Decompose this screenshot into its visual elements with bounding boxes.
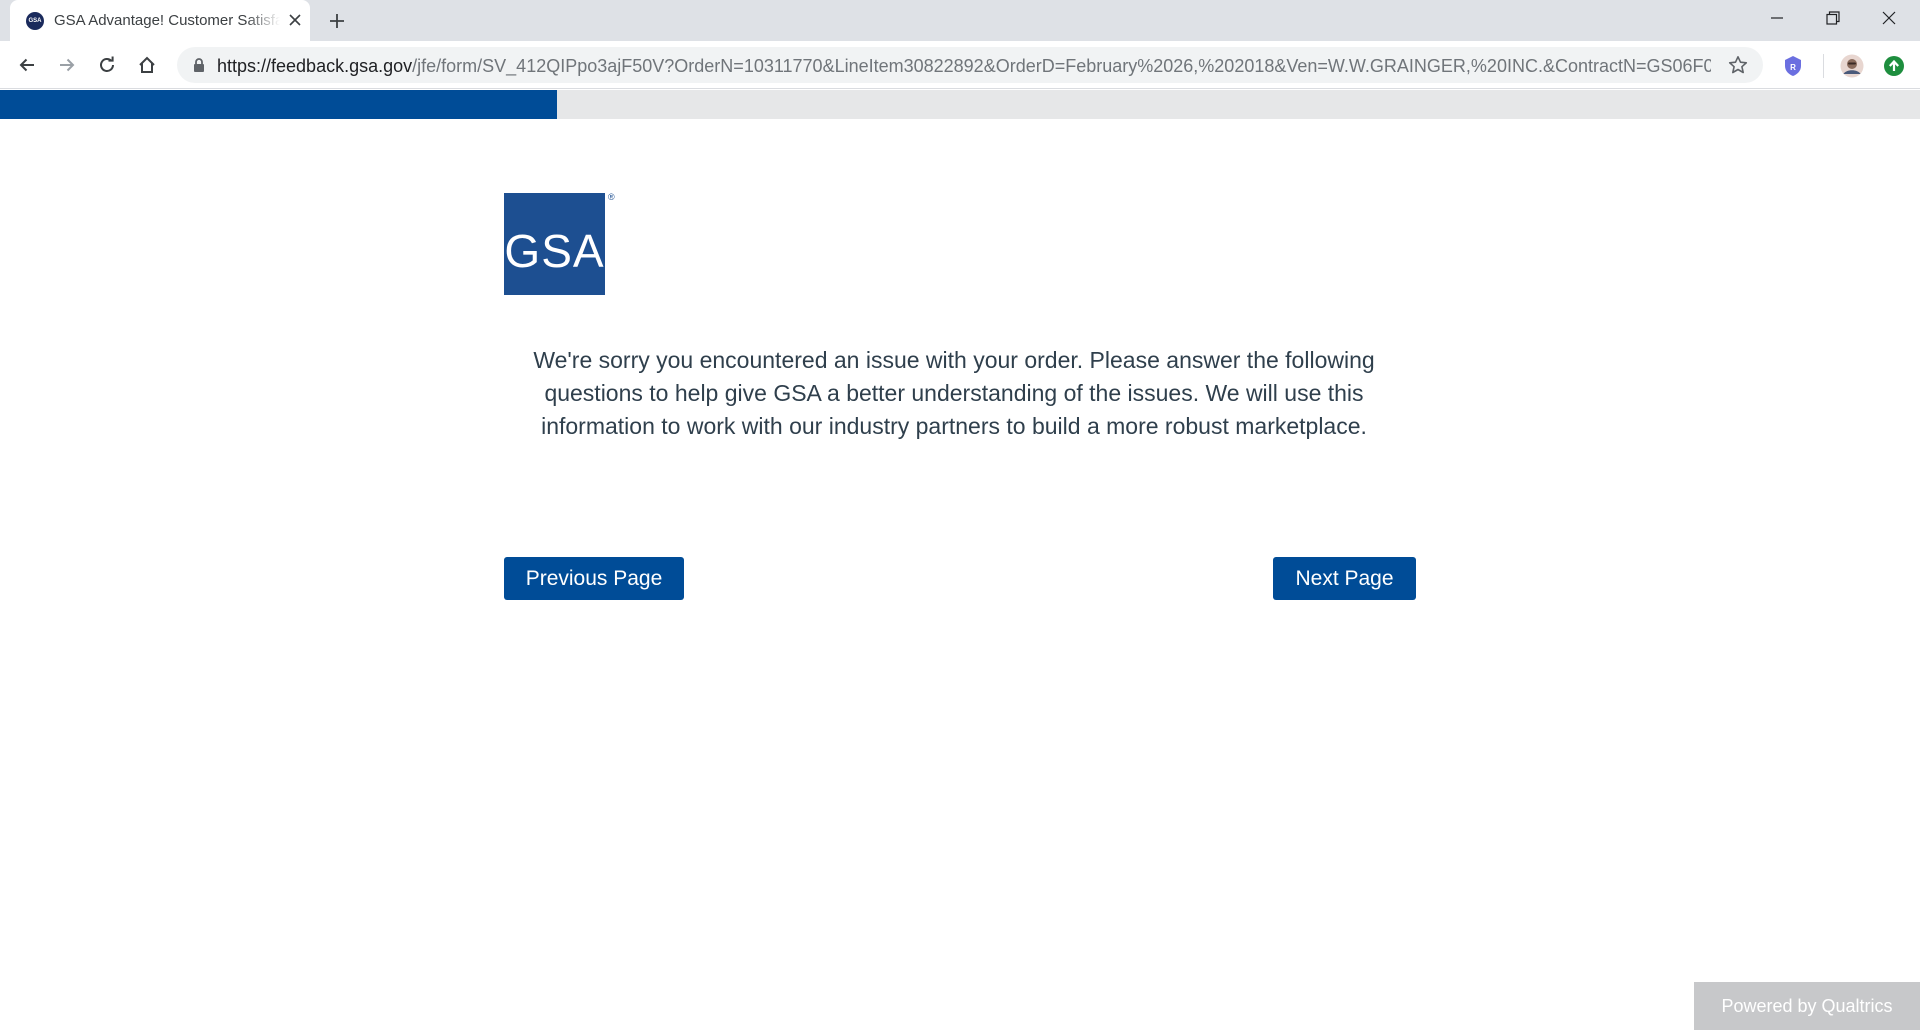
profile-avatar[interactable] [1840,54,1864,78]
home-icon[interactable] [132,50,162,80]
reload-icon[interactable] [92,50,122,80]
toolbar-separator [1823,54,1824,78]
forward-icon[interactable] [52,50,82,80]
extension-initial: R [1790,63,1796,72]
gsa-logo-text: GSA [504,225,605,277]
intro-text: We're sorry you encountered an issue wit… [533,347,1375,439]
tab-strip: GSA GSA Advantage! Customer Satisfaction… [0,0,1920,41]
update-available-icon[interactable] [1882,54,1906,78]
url-text[interactable]: https://feedback.gsa.gov/jfe/form/SV_412… [217,56,1711,77]
progress-bar [0,90,1920,119]
restore-icon[interactable] [1805,0,1861,36]
gsa-favicon-icon: GSA [26,12,44,30]
close-window-icon[interactable] [1861,0,1917,36]
url-path: /jfe/form/SV_412QIPpo3ajF50V?OrderN=1031… [412,56,1711,76]
browser-toolbar: https://feedback.gsa.gov/jfe/form/SV_412… [0,41,1920,89]
back-icon[interactable] [12,50,42,80]
previous-page-button[interactable]: Previous Page [504,557,684,600]
registered-mark: ® [608,192,615,202]
lock-icon[interactable] [191,57,207,73]
gsa-logo: GSA [504,193,605,295]
next-page-button[interactable]: Next Page [1273,557,1416,600]
tab-title: GSA Advantage! Customer Satisfaction Sur… [54,12,280,29]
new-tab-icon[interactable] [323,9,351,33]
url-host: https://feedback.gsa.gov [217,56,413,76]
progress-bar-fill [0,90,557,119]
minimize-icon[interactable] [1749,0,1805,36]
extension-shield-icon[interactable]: R [1781,54,1805,78]
close-tab-icon[interactable] [286,11,304,29]
browser-tab[interactable]: GSA GSA Advantage! Customer Satisfaction… [10,0,310,41]
powered-by-qualtrics-link[interactable]: Powered by Qualtrics [1694,982,1920,1030]
address-bar[interactable]: https://feedback.gsa.gov/jfe/form/SV_412… [177,47,1763,83]
bookmark-star-icon[interactable] [1727,54,1749,76]
